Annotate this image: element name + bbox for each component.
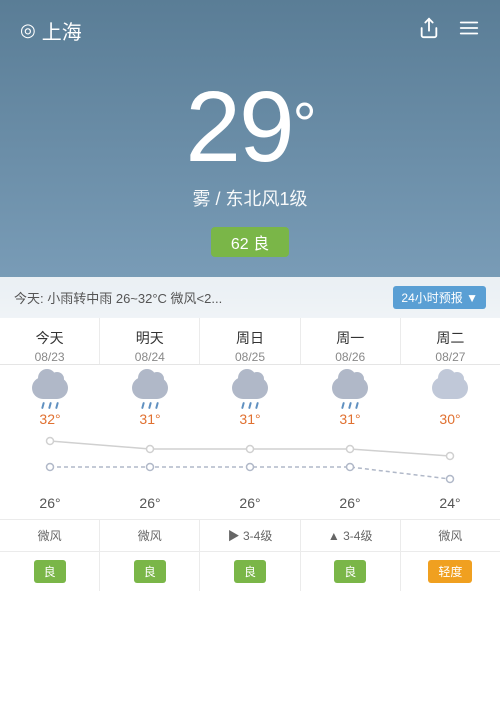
high-temp-2: 31°	[200, 407, 300, 431]
wind-1: 微风	[100, 520, 200, 551]
wind-row: 微风 微风 ▶ 3-4级 ▲ 3-4级 微风	[0, 519, 500, 552]
forecast-col-2: 周日 08/25	[200, 318, 300, 364]
location-area: ◎ 上海	[20, 16, 82, 45]
col-date-1: 08/24	[135, 350, 165, 364]
today-bar-text: 今天: 小雨转中雨 26~32°C 微风<2...	[14, 288, 387, 307]
low-temp-4: 24°	[400, 491, 500, 515]
low-temps-row: 26° 26° 26° 26° 24°	[0, 491, 500, 519]
col-day-0: 今天	[36, 328, 64, 348]
chart-area	[0, 431, 500, 491]
today-bar: 今天: 小雨转中雨 26~32°C 微风<2... 24小时预报 ▼	[0, 277, 500, 318]
daily-forecast: 今天 08/23 明天 08/24 周日 08/25 周一 08/26 周二 0…	[0, 318, 500, 723]
weather-icon-0	[0, 377, 100, 403]
location-icon: ◎	[20, 20, 36, 41]
forecast-24h-button[interactable]: 24小时预报 ▼	[393, 286, 486, 309]
low-temp-3: 26°	[300, 491, 400, 515]
aqi-tag-1: 良	[134, 560, 166, 583]
forecast-col-1: 明天 08/24	[100, 318, 200, 364]
weather-icon-1	[100, 377, 200, 403]
low-temp-2: 26°	[200, 491, 300, 515]
rain-icon-3	[332, 377, 368, 399]
temp-value: 29	[185, 71, 292, 183]
high-temp-0: 32°	[0, 407, 100, 431]
main-temp-section: 29° 雾 / 东北风1级 62 良	[0, 57, 500, 267]
weather-icon-2	[200, 377, 300, 403]
col-date-2: 08/25	[235, 350, 265, 364]
weather-icon-3	[300, 377, 400, 403]
wind-2: ▶ 3-4级	[200, 520, 300, 551]
aqi-cell-3: 良	[301, 552, 401, 591]
rain-icon-0	[32, 377, 68, 399]
aqi-value: 62	[231, 236, 249, 253]
share-icon[interactable]	[418, 17, 440, 45]
aqi-tag-2: 良	[234, 560, 266, 583]
temperature-chart	[0, 431, 500, 491]
wind-4: 微风	[401, 520, 500, 551]
menu-icon[interactable]	[458, 17, 480, 45]
weather-icon-4	[400, 377, 500, 403]
weather-icons-row	[0, 365, 500, 403]
forecast-col-3: 周一 08/26	[301, 318, 401, 364]
top-icons	[418, 17, 480, 45]
col-date-3: 08/26	[335, 350, 365, 364]
forecast-btn-label: 24小时预报	[401, 291, 462, 305]
temperature-display: 29°	[0, 77, 500, 177]
high-temp-3: 31°	[300, 407, 400, 431]
col-day-1: 明天	[136, 328, 164, 348]
wind-0: 微风	[0, 520, 100, 551]
top-bar: ◎ 上海	[0, 0, 500, 57]
aqi-cell-1: 良	[100, 552, 200, 591]
aqi-cell-0: 良	[0, 552, 100, 591]
weather-app: ◎ 上海 29° 雾 / 东北风1级	[0, 0, 500, 723]
forecast-col-4: 周二 08/27	[401, 318, 500, 364]
col-day-2: 周日	[236, 328, 264, 348]
weather-description: 雾 / 东北风1级	[0, 185, 500, 211]
col-day-4: 周二	[436, 328, 464, 348]
rain-icon-1	[132, 377, 168, 399]
aqi-tag-4: 轻度	[428, 560, 472, 583]
cloud-icon-4	[432, 377, 468, 399]
aqi-cell-4: 轻度	[401, 552, 500, 591]
degree-symbol: °	[293, 95, 315, 155]
col-date-4: 08/27	[435, 350, 465, 364]
aqi-row: 良 良 良 良 轻度	[0, 552, 500, 591]
location-text: 上海	[42, 16, 82, 45]
rain-icon-2	[232, 377, 268, 399]
col-day-3: 周一	[336, 328, 364, 348]
aqi-tag-3: 良	[334, 560, 366, 583]
low-temp-1: 26°	[100, 491, 200, 515]
forecast-header: 今天 08/23 明天 08/24 周日 08/25 周一 08/26 周二 0…	[0, 318, 500, 365]
aqi-badge: 62 良	[211, 227, 289, 257]
forecast-col-0: 今天 08/23	[0, 318, 100, 364]
low-temp-0: 26°	[0, 491, 100, 515]
aqi-label: 良	[253, 236, 269, 253]
wind-3: ▲ 3-4级	[301, 520, 401, 551]
col-date-0: 08/23	[35, 350, 65, 364]
forecast-btn-arrow: ▼	[466, 291, 478, 305]
high-temp-4: 30°	[400, 407, 500, 431]
aqi-tag-0: 良	[34, 560, 66, 583]
high-temp-1: 31°	[100, 407, 200, 431]
aqi-cell-2: 良	[200, 552, 300, 591]
